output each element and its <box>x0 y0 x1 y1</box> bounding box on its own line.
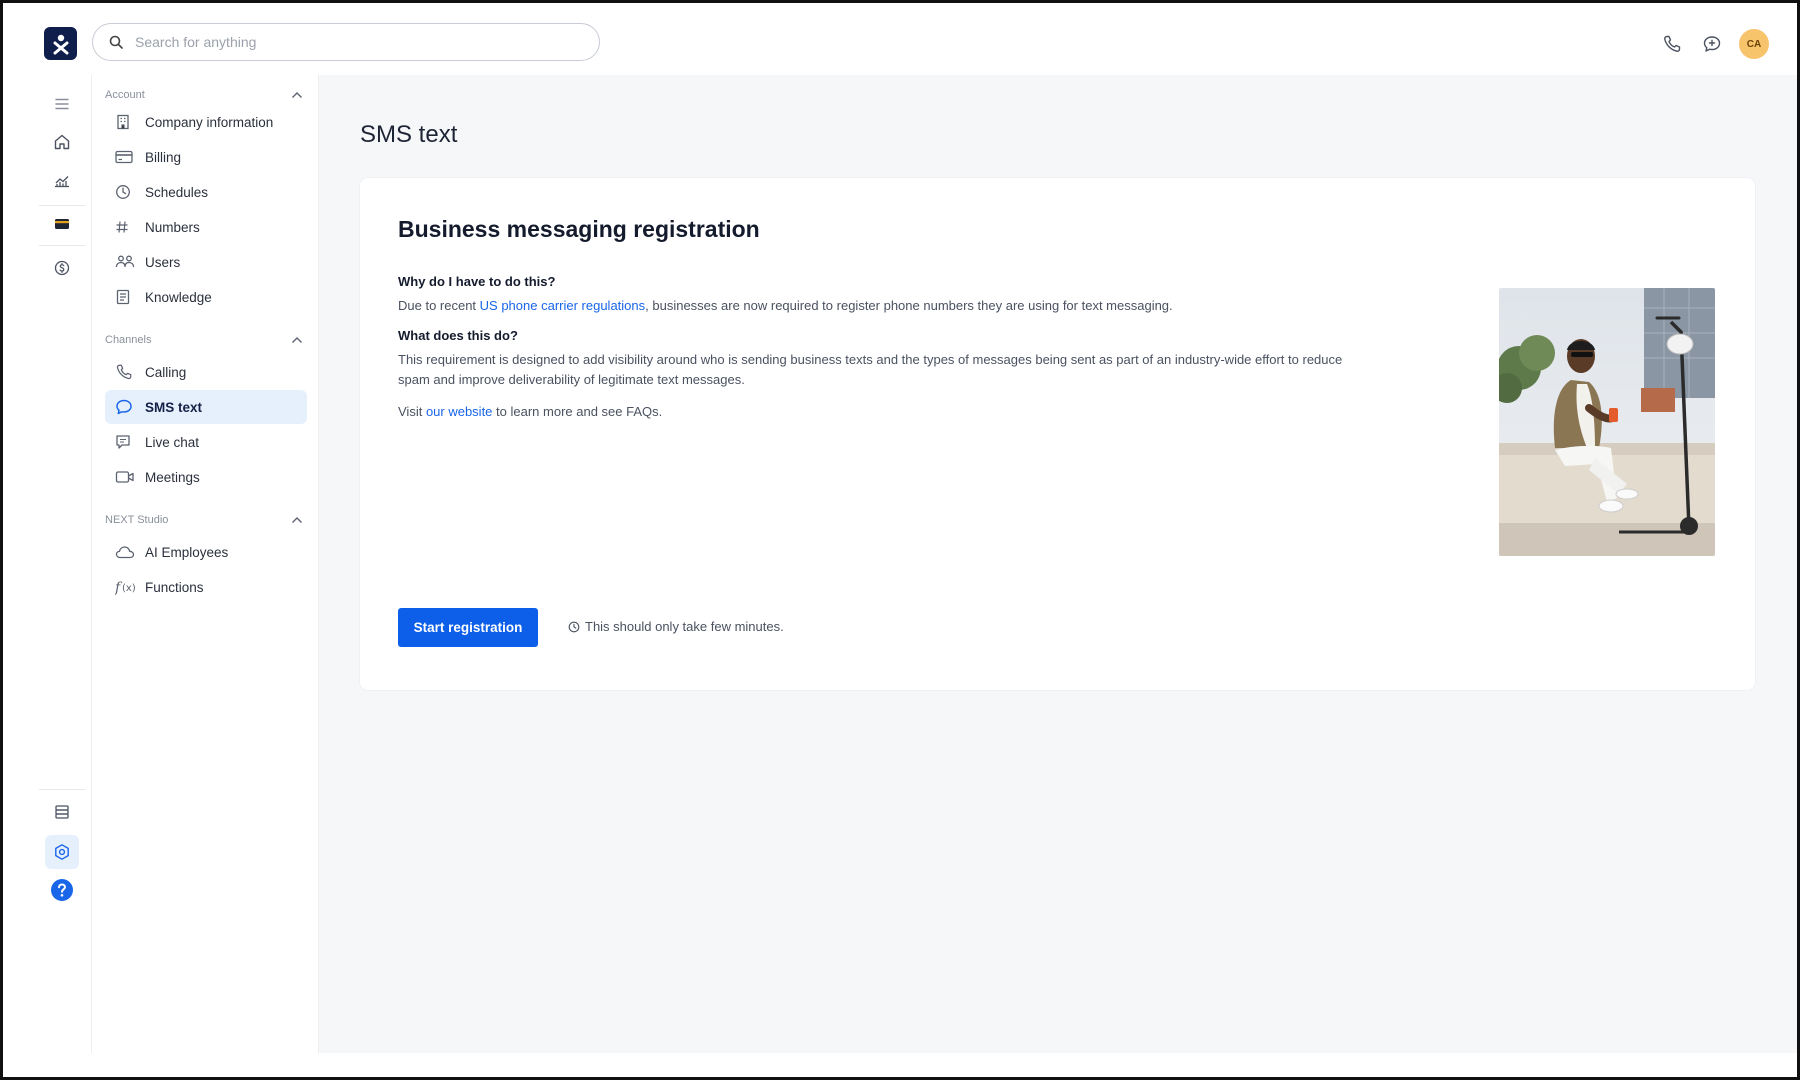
text: Due to recent <box>398 298 480 313</box>
wallet-icon <box>55 219 69 229</box>
rail-admin[interactable] <box>45 835 79 869</box>
section-channels[interactable]: Channels <box>105 330 303 350</box>
database-icon <box>55 805 69 819</box>
user-avatar[interactable]: CA <box>1739 29 1769 59</box>
svg-text:(x): (x) <box>122 583 136 594</box>
hero-photo <box>1499 288 1715 556</box>
clock-icon <box>568 621 580 632</box>
our-website-link[interactable]: our website <box>426 404 492 419</box>
rail-analytics[interactable] <box>47 165 77 195</box>
section-next-studio[interactable]: NEXT Studio <box>105 510 303 530</box>
chevron-up-icon <box>292 517 302 523</box>
bottom-strip <box>3 1053 1797 1077</box>
question-why: Why do I have to do this? <box>398 274 556 289</box>
messages-button[interactable] <box>1699 31 1725 57</box>
chat-bubble-icon <box>1703 36 1721 52</box>
sidebar-item-functions[interactable]: f (x) Functions <box>105 570 307 604</box>
sidebar-item-users[interactable]: Users <box>105 245 307 279</box>
app-window: CA <box>0 0 1800 1080</box>
logo-icon <box>53 34 68 54</box>
video-icon <box>115 468 137 486</box>
sidebar-item-label: Meetings <box>145 469 200 485</box>
sidebar-item-label: Live chat <box>145 434 200 450</box>
sidebar-item-meetings[interactable]: Meetings <box>105 460 307 494</box>
dollar-circle-icon <box>54 260 70 276</box>
sidebar-item-schedules[interactable]: Schedules <box>105 175 307 209</box>
registration-card: Business messaging registration Why do I… <box>360 178 1755 690</box>
users-icon <box>115 253 137 271</box>
sidebar-item-billing[interactable]: Billing <box>105 140 307 174</box>
question-what: What does this do? <box>398 328 518 343</box>
sidebar-item-label: Knowledge <box>145 289 212 305</box>
main-content: SMS text Business messaging registration… <box>319 75 1797 1053</box>
sidebar-item-label: Calling <box>145 364 187 380</box>
rail-billing[interactable] <box>47 253 77 283</box>
phone-button[interactable] <box>1659 31 1685 57</box>
sidebar-item-knowledge[interactable]: Knowledge <box>105 280 307 314</box>
chevron-up-icon <box>292 337 302 343</box>
paragraph-why: Due to recent US phone carrier regulatio… <box>398 296 1378 316</box>
global-search[interactable] <box>92 23 600 61</box>
text: to learn more and see FAQs. <box>492 404 663 419</box>
building-icon <box>115 113 137 131</box>
chevron-up-icon <box>292 92 302 98</box>
sidebar-item-label: Schedules <box>145 184 209 200</box>
sidebar-item-label: AI Employees <box>145 544 229 560</box>
clock-icon <box>115 183 137 201</box>
rail-storage[interactable] <box>47 797 77 827</box>
hamburger-icon <box>55 98 69 110</box>
start-registration-button[interactable]: Start registration <box>398 608 538 647</box>
paragraph-what: This requirement is designed to add visi… <box>398 352 1343 387</box>
person-with-scooter-image <box>1499 288 1715 556</box>
top-actions: CA <box>1659 29 1769 59</box>
sidebar-item-label: Billing <box>145 149 182 165</box>
rail-help[interactable] <box>47 875 77 905</box>
help-icon <box>51 879 73 901</box>
home-icon <box>54 134 70 150</box>
sidebar-item-sms-text[interactable]: SMS text <box>105 390 307 424</box>
sidebar-item-calling[interactable]: Calling <box>105 355 307 389</box>
text: Visit <box>398 404 426 419</box>
carrier-regulations-link[interactable]: US phone carrier regulations <box>480 298 645 313</box>
sidebar-item-label: Functions <box>145 579 204 595</box>
sidebar-item-label: SMS text <box>145 399 203 415</box>
settings-sidebar: Account Company information Billing Sche… <box>92 75 319 1053</box>
cloud-icon <box>115 543 137 561</box>
section-title: Channels <box>105 334 152 346</box>
paragraph-visit: Visit our website to learn more and see … <box>398 402 1378 422</box>
card-title: Business messaging registration <box>398 216 760 242</box>
gear-icon <box>55 844 69 860</box>
hash-icon <box>115 218 137 236</box>
search-input[interactable] <box>133 33 577 51</box>
sidebar-item-ai-employees[interactable]: AI Employees <box>105 535 307 569</box>
credit-card-icon <box>115 148 137 166</box>
time-hint: This should only take few minutes. <box>568 619 784 634</box>
rail-menu[interactable] <box>47 89 77 119</box>
chat-icon <box>115 433 137 451</box>
sidebar-item-live-chat[interactable]: Live chat <box>105 425 307 459</box>
search-icon <box>109 35 123 49</box>
sidebar-item-label: Company information <box>145 114 274 130</box>
app-logo[interactable] <box>44 27 77 60</box>
phone-icon <box>115 363 137 381</box>
rail-settings-active[interactable] <box>47 209 77 239</box>
sidebar-item-label: Numbers <box>145 219 200 235</box>
book-icon <box>115 288 137 306</box>
sidebar-item-label: Users <box>145 254 181 270</box>
hint-text: This should only take few minutes. <box>585 619 784 634</box>
function-icon: f (x) <box>115 578 137 596</box>
page-title: SMS text <box>360 121 458 148</box>
section-title: NEXT Studio <box>105 514 169 526</box>
message-icon <box>115 398 137 416</box>
top-bar: CA <box>3 3 1797 76</box>
phone-icon <box>1664 35 1681 52</box>
icon-rail <box>3 75 92 1053</box>
text: , businesses are now required to registe… <box>645 298 1173 313</box>
section-title: Account <box>105 89 145 101</box>
chart-icon <box>55 176 69 188</box>
rail-home[interactable] <box>47 127 77 157</box>
section-account[interactable]: Account <box>105 85 303 105</box>
sidebar-item-numbers[interactable]: Numbers <box>105 210 307 244</box>
sidebar-item-company-information[interactable]: Company information <box>105 105 307 139</box>
